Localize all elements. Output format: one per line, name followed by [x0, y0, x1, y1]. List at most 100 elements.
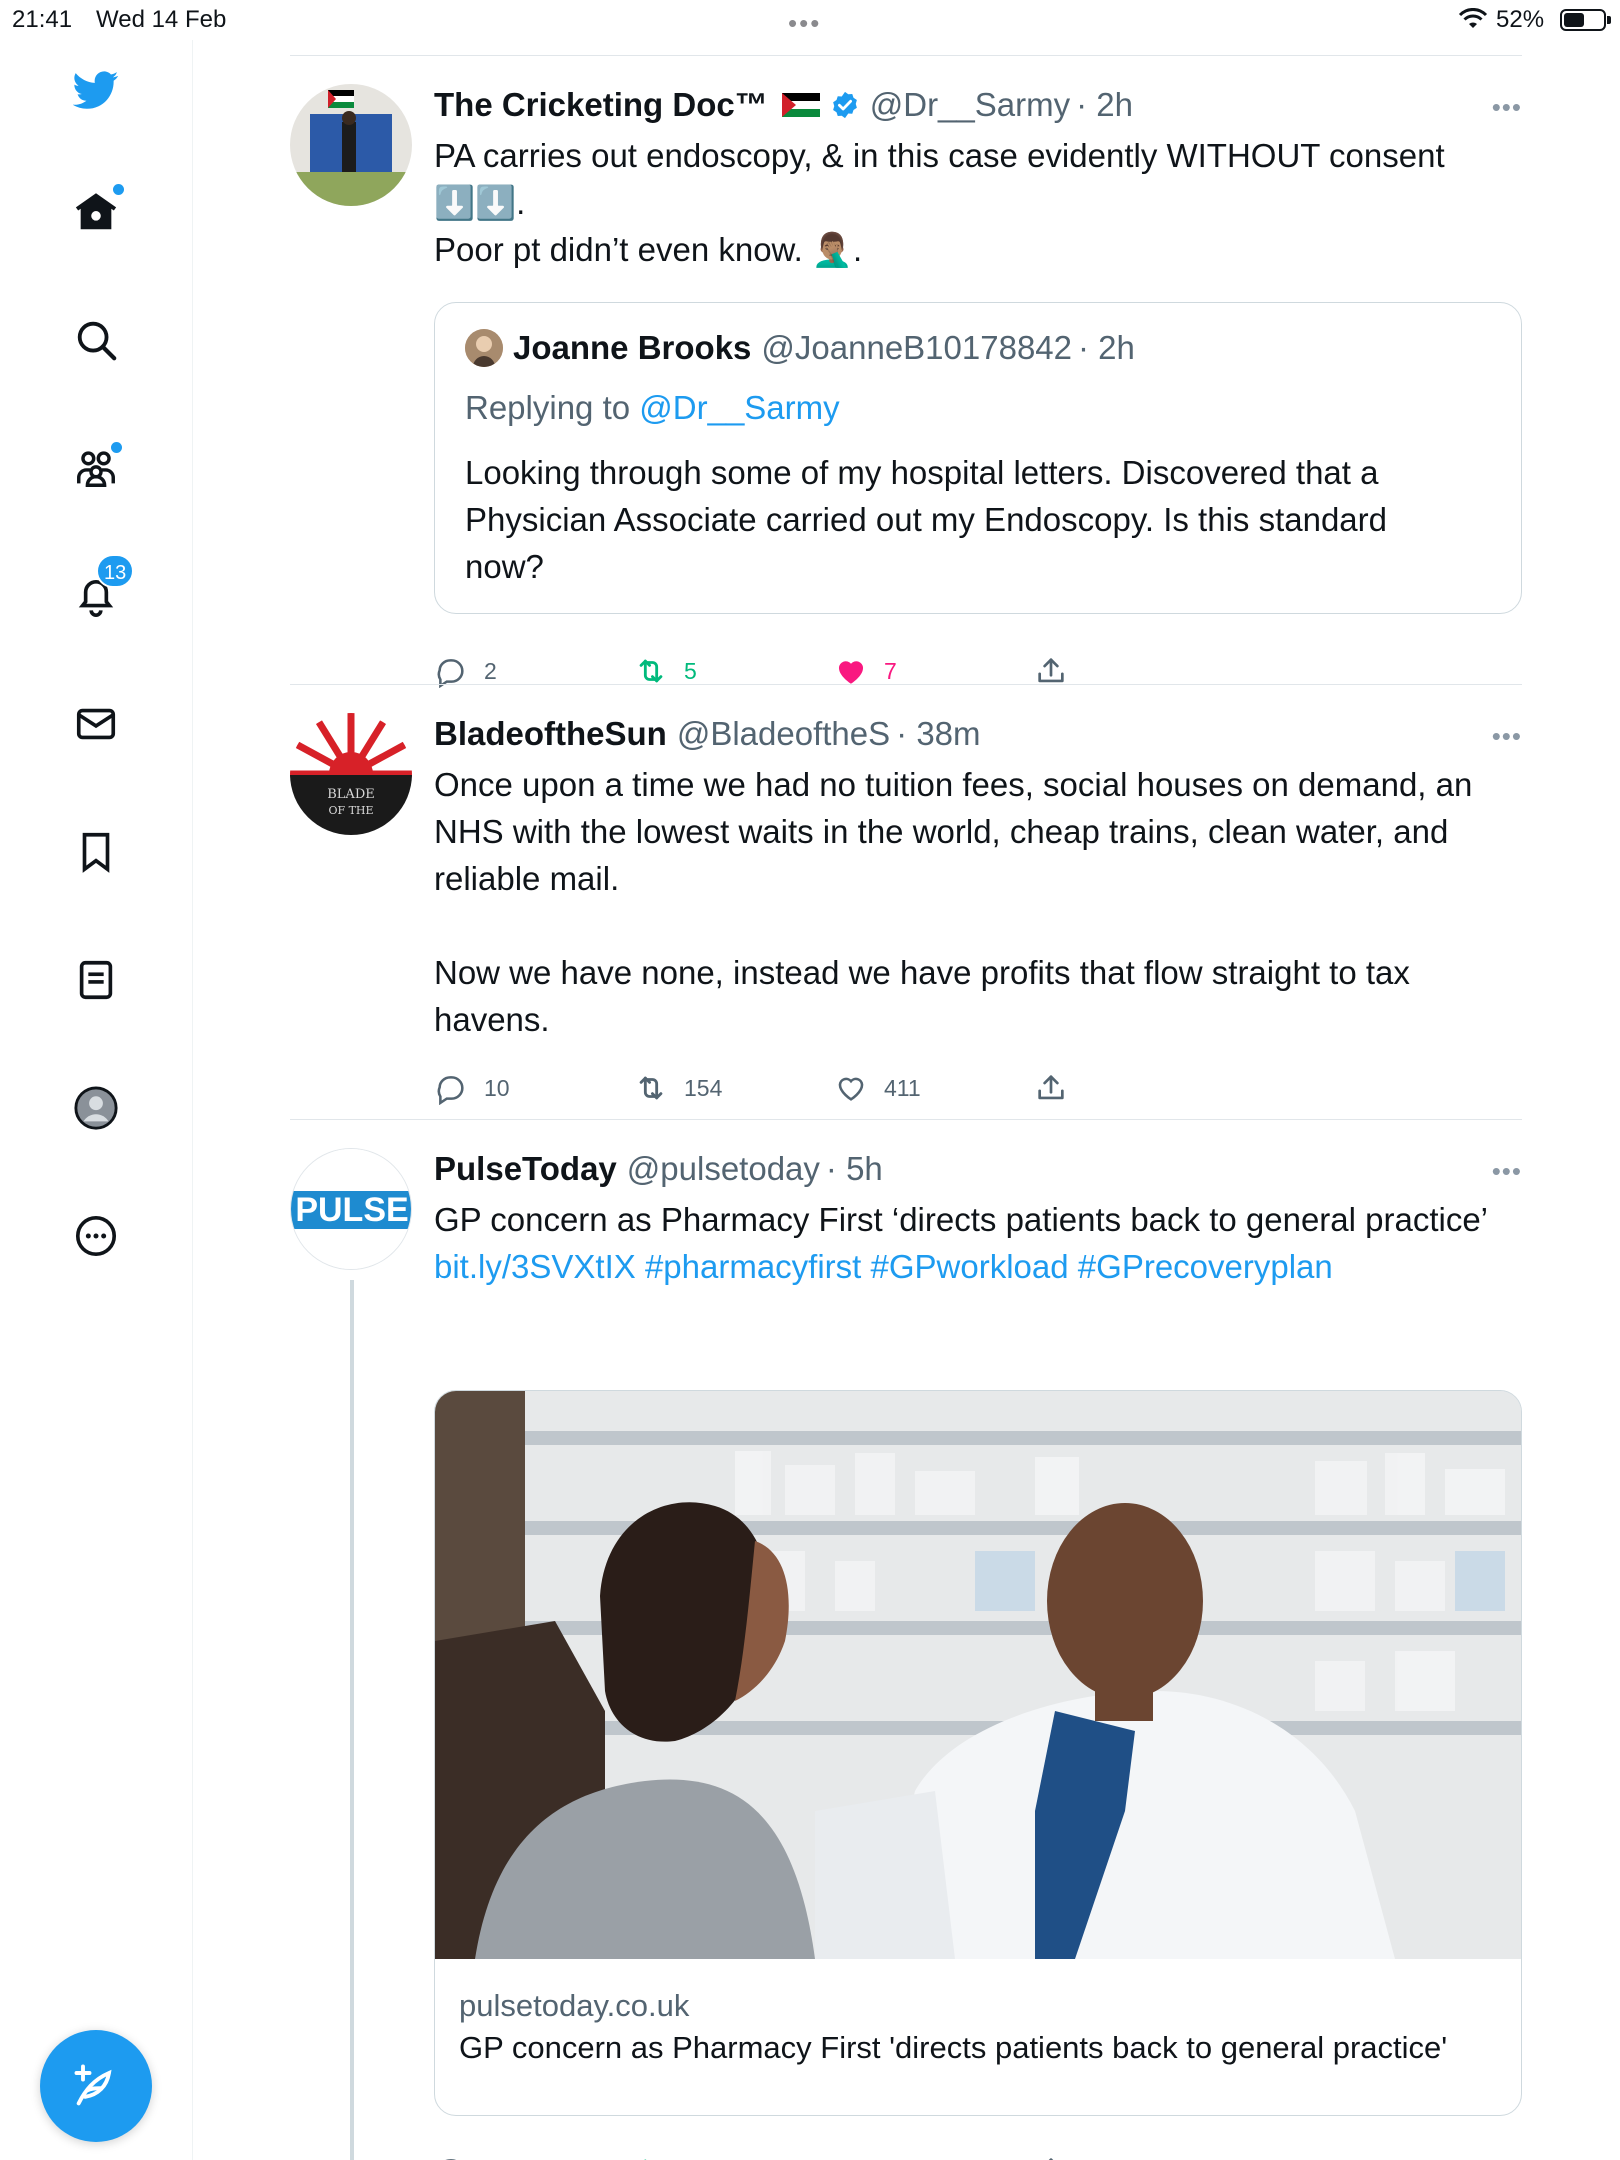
- retweet-icon: [639, 1076, 663, 1100]
- avatar[interactable]: BLADE OF THE: [290, 713, 412, 835]
- quoted-avatar: [465, 329, 503, 367]
- hashtag[interactable]: #GPrecoveryplan: [1078, 1248, 1333, 1285]
- display-name[interactable]: BladeoftheSun: [434, 715, 667, 753]
- thread-line: [350, 1280, 354, 2160]
- display-name[interactable]: The Cricketing Doc™: [434, 86, 768, 124]
- user-handle[interactable]: @BladeoftheS: [677, 715, 890, 753]
- wifi-icon: [1458, 8, 1488, 28]
- twitter-bird-icon[interactable]: [66, 60, 126, 120]
- hashtag[interactable]: #pharmacyfirst: [645, 1248, 861, 1285]
- tweet-text-line: PA carries out endoscopy, & in this case…: [434, 137, 1445, 174]
- tweet-time[interactable]: · 5h: [826, 1150, 883, 1188]
- share-button[interactable]: [1034, 2154, 1084, 2160]
- verified-badge-icon: [832, 91, 857, 119]
- tweet-time[interactable]: · 2h: [1076, 86, 1133, 124]
- reply-button[interactable]: 2: [434, 654, 497, 688]
- compose-tweet-button[interactable]: [40, 2030, 152, 2142]
- tweet-header: The Cricketing Doc™ @Dr__Sarmy · 2h: [434, 82, 1522, 128]
- reply-button[interactable]: 9: [434, 2154, 497, 2160]
- link-preview-card[interactable]: pulsetoday.co.uk GP concern as Pharmacy …: [434, 1390, 1522, 2116]
- link-card-meta: pulsetoday.co.uk GP concern as Pharmacy …: [459, 1985, 1499, 2068]
- bookmark-icon[interactable]: [66, 822, 126, 882]
- display-name[interactable]: PulseToday: [434, 1150, 617, 1188]
- status-time: 21:41: [12, 6, 73, 33]
- tweet-text: Once upon a time we had no tuition fees,…: [434, 761, 1522, 1043]
- tweet-text: GP concern as Pharmacy First ‘directs pa…: [434, 1196, 1522, 1290]
- multitasking-dots[interactable]: •••: [788, 8, 821, 39]
- tweet[interactable]: The Cricketing Doc™ @Dr__Sarmy · 2h ••• …: [290, 56, 1522, 726]
- home-icon[interactable]: [66, 182, 126, 242]
- reply-count: 2: [484, 657, 497, 684]
- more-options-icon[interactable]: •••: [1492, 1156, 1522, 1187]
- quoted-tweet[interactable]: Joanne Brooks @JoanneB10178842 · 2h Repl…: [434, 302, 1522, 614]
- retweet-button[interactable]: 154: [634, 1071, 722, 1105]
- quoted-time: · 2h: [1078, 329, 1135, 366]
- replying-to-label: Replying to: [465, 389, 640, 426]
- home-unread-dot: [113, 184, 124, 195]
- more-circle-icon[interactable]: [66, 1206, 126, 1266]
- heart-filled-icon: [838, 661, 864, 684]
- profile-icon[interactable]: [66, 1078, 126, 1138]
- quoted-tweet-text: Looking through some of my hospital lett…: [465, 454, 1388, 585]
- reply-icon: [445, 2159, 457, 2160]
- avatar[interactable]: [290, 84, 412, 206]
- heart-filled-icon: [834, 2154, 868, 2160]
- tweet-text-paragraph: Once upon a time we had no tuition fees,…: [434, 766, 1473, 897]
- communities-unread-dot: [111, 442, 122, 453]
- tweet-header: PulseToday @pulsetoday · 5h: [434, 1146, 1522, 1192]
- more-options-icon[interactable]: •••: [1492, 721, 1522, 752]
- replying-to-handle[interactable]: @Dr__Sarmy: [639, 389, 839, 426]
- reply-icon: [437, 659, 464, 688]
- user-handle[interactable]: @Dr__Sarmy: [870, 86, 1070, 124]
- retweet-button[interactable]: 17: [634, 2154, 710, 2160]
- quoted-handle: @JoanneB10178842: [761, 329, 1073, 366]
- status-bar: 21:41 Wed 14 Feb ••• 52%: [0, 0, 1620, 40]
- tweet-text-paragraph: Now we have none, instead we have profit…: [434, 954, 1410, 1038]
- quoted-display-name: Joanne Brooks: [513, 329, 752, 366]
- like-button[interactable]: 7: [834, 654, 897, 688]
- search-icon[interactable]: [66, 310, 126, 370]
- notifications-badge: 13: [96, 554, 135, 588]
- tweet[interactable]: BLADE OF THE BladeoftheSun @BladeoftheS …: [290, 685, 1522, 1119]
- tweet-link[interactable]: bit.ly/3SVXtIX: [434, 1248, 636, 1285]
- avatar-logo-text: PULSE: [295, 1191, 408, 1229]
- share-button[interactable]: [1034, 654, 1084, 688]
- share-icon: [1048, 2158, 1054, 2160]
- user-handle[interactable]: @pulsetoday: [627, 1150, 820, 1188]
- like-button[interactable]: 17: [834, 2154, 910, 2160]
- reply-icon: [437, 1076, 464, 1105]
- tweet-actions: 9 17 17: [434, 2154, 1134, 2160]
- list-icon[interactable]: [66, 950, 126, 1010]
- tweet-text: PA carries out endoscopy, & in this case…: [434, 132, 1522, 273]
- like-count: 411: [884, 1074, 921, 1101]
- retweet-count: 154: [684, 1074, 723, 1101]
- battery-percent: 52%: [1496, 6, 1545, 33]
- link-card-title: GP concern as Pharmacy First 'directs pa…: [459, 2030, 1448, 2065]
- avatar-logo-text: BLADE: [327, 787, 375, 802]
- retweet-count: 5: [684, 657, 697, 684]
- retweet-button[interactable]: 5: [634, 654, 697, 688]
- bell-icon[interactable]: 13: [66, 554, 135, 626]
- reply-button[interactable]: 10: [434, 1071, 510, 1105]
- compose-feather-icon: [74, 2064, 112, 2106]
- mail-icon[interactable]: [66, 694, 126, 754]
- svg-text:OF THE: OF THE: [328, 804, 373, 817]
- tweet-actions: 10 154 411: [434, 1071, 1134, 1111]
- tweet-text-body: GP concern as Pharmacy First ‘directs pa…: [434, 1201, 1487, 1238]
- heart-outline-icon: [838, 1077, 864, 1101]
- hashtag[interactable]: #GPworkload: [871, 1248, 1069, 1285]
- tweet-text-line: ⬇️⬇️.: [434, 184, 526, 221]
- tweet-time[interactable]: · 38m: [896, 715, 980, 753]
- tweet[interactable]: PULSE PulseToday @pulsetoday · 5h ••• GP…: [290, 1120, 1522, 2160]
- share-button[interactable]: [1034, 1071, 1084, 1105]
- palestine-flag-icon: [781, 93, 820, 117]
- link-card-image: [435, 1391, 1521, 1959]
- more-options-icon[interactable]: •••: [1492, 92, 1522, 123]
- avatar[interactable]: PULSE: [290, 1148, 412, 1270]
- communities-icon[interactable]: [66, 438, 126, 498]
- replying-to: Replying to @Dr__Sarmy: [465, 389, 840, 427]
- like-button[interactable]: 411: [834, 1071, 921, 1105]
- like-count: 7: [884, 657, 897, 684]
- link-card-domain: pulsetoday.co.uk: [459, 1988, 690, 2023]
- tweet-header: BladeoftheSun @BladeoftheS · 38m: [434, 711, 1522, 757]
